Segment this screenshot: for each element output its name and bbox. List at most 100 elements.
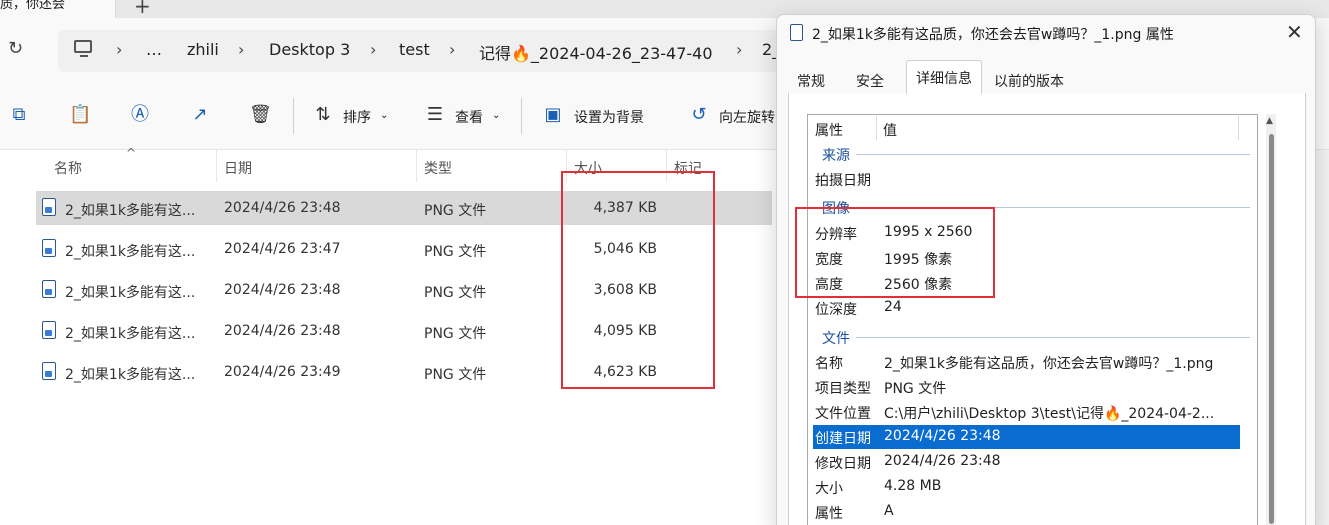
- property-value: C:\用户\zhili\Desktop 3\test\记得🔥_2024-04-2…: [884, 406, 1215, 422]
- png-file-icon: [790, 24, 803, 41]
- property-row[interactable]: 属性 A: [813, 500, 1240, 524]
- share-icon[interactable]: ↗: [189, 104, 211, 126]
- rotate-left-button[interactable]: 向左旋转: [719, 107, 775, 127]
- group-divider: [856, 337, 1250, 338]
- size-highlight-box: [561, 171, 715, 389]
- chevron-right-icon: ›: [370, 40, 377, 59]
- file-name: 2_如果1k多能有这...: [65, 203, 196, 219]
- close-icon[interactable]: ✕: [1286, 20, 1303, 44]
- chevron-down-icon: ⌄: [380, 110, 389, 121]
- png-file-icon: [42, 280, 56, 298]
- file-type: PNG 文件: [424, 326, 487, 342]
- property-key: 文件位置: [815, 406, 871, 422]
- set-background-button[interactable]: 设置为背景: [574, 107, 644, 127]
- property-row[interactable]: 文件位置 C:\用户\zhili\Desktop 3\test\记得🔥_2024…: [813, 400, 1240, 424]
- file-name: 2_如果1k多能有这...: [65, 326, 196, 342]
- chevron-right-icon: ›: [238, 40, 245, 59]
- breadcrumb-overflow[interactable]: …: [146, 40, 162, 59]
- tab-previous-versions[interactable]: 以前的版本: [985, 64, 1073, 94]
- column-header-name[interactable]: 名称: [54, 158, 82, 178]
- tab-title: 质，你还会: [0, 0, 66, 12]
- property-row[interactable]: 位深度 24: [813, 296, 1240, 320]
- delete-icon[interactable]: 🗑: [249, 104, 272, 126]
- new-tab-button[interactable]: +: [134, 0, 151, 18]
- refresh-icon[interactable]: ↻: [8, 38, 23, 59]
- property-key: 拍摄日期: [815, 173, 871, 189]
- view-button[interactable]: 查看: [455, 107, 483, 127]
- file-date: 2024/4/26 23:48: [224, 200, 341, 216]
- file-date: 2024/4/26 23:48: [224, 282, 341, 298]
- property-row[interactable]: 修改日期 2024/4/26 23:48: [813, 450, 1240, 474]
- paste-icon[interactable]: 📋: [69, 104, 91, 126]
- property-row-selected[interactable]: 创建日期 2024/4/26 23:48: [813, 425, 1240, 449]
- image-info-highlight-box: [795, 207, 995, 298]
- property-key: 修改日期: [815, 456, 871, 472]
- property-row[interactable]: 拍摄日期: [813, 167, 1240, 191]
- property-key: 项目类型: [815, 381, 871, 397]
- file-date: 2024/4/26 23:49: [224, 364, 341, 380]
- sort-icon[interactable]: ⇅: [312, 104, 334, 126]
- rename-icon[interactable]: Ⓐ: [129, 104, 151, 126]
- property-key: 属性: [815, 506, 843, 522]
- breadcrumb-zhili[interactable]: zhili: [187, 40, 219, 59]
- toolbar-divider: [521, 98, 522, 134]
- chevron-right-icon: ›: [736, 40, 743, 59]
- toolbar-divider: [293, 98, 294, 134]
- tab-security[interactable]: 安全: [847, 64, 893, 94]
- file-name: 2_如果1k多能有这...: [65, 367, 196, 383]
- breadcrumb-folder[interactable]: 记得🔥_2024-04-26_23-47-40: [479, 40, 713, 64]
- property-row[interactable]: 大小 4.28 MB: [813, 475, 1240, 499]
- group-divider: [856, 154, 1250, 155]
- file-type: PNG 文件: [424, 285, 487, 301]
- property-row[interactable]: 名称 2_如果1k多能有这品质，你还会去官w蹲吗？_1.png: [813, 350, 1240, 374]
- chevron-right-icon: ›: [116, 40, 123, 59]
- rotate-left-icon[interactable]: ↺: [688, 104, 710, 126]
- column-divider[interactable]: [876, 116, 877, 140]
- property-row[interactable]: 项目类型 PNG 文件: [813, 375, 1240, 399]
- header-value[interactable]: 值: [883, 120, 897, 140]
- view-icon[interactable]: ☰: [424, 104, 446, 126]
- property-key: 创建日期: [815, 431, 871, 447]
- property-value: 2024/4/26 23:48: [884, 428, 1001, 444]
- property-value: A: [884, 503, 894, 519]
- png-file-icon: [42, 239, 56, 257]
- file-name: 2_如果1k多能有这...: [65, 244, 196, 260]
- property-value: 24: [884, 299, 902, 315]
- file-type: PNG 文件: [424, 203, 487, 219]
- group-source: 来源: [822, 148, 850, 164]
- property-key: 名称: [815, 356, 843, 372]
- group-file: 文件: [822, 331, 850, 347]
- sort-ascending-icon: ^: [126, 146, 137, 160]
- breadcrumb-desktop3[interactable]: Desktop 3: [269, 40, 350, 59]
- file-name: 2_如果1k多能有这...: [65, 285, 196, 301]
- column-header-date[interactable]: 日期: [224, 158, 252, 178]
- sort-button[interactable]: 排序: [343, 107, 371, 127]
- column-header-type[interactable]: 类型: [424, 158, 452, 178]
- file-date: 2024/4/26 23:47: [224, 241, 341, 257]
- column-divider[interactable]: [1238, 116, 1239, 140]
- breadcrumb-test[interactable]: test: [399, 40, 430, 59]
- chevron-right-icon: ›: [449, 40, 456, 59]
- property-value: 2024/4/26 23:48: [884, 453, 1001, 469]
- property-key: 位深度: [815, 302, 857, 318]
- dialog-title: 2_如果1k多能有这品质，你还会去官w蹲吗？_1.png 属性: [812, 27, 1174, 43]
- column-divider[interactable]: [416, 150, 417, 182]
- tab-general[interactable]: 常规: [788, 64, 834, 94]
- chevron-down-icon: ⌄: [492, 110, 501, 121]
- header-property[interactable]: 属性: [815, 120, 843, 140]
- tab-details[interactable]: 详细信息: [906, 60, 982, 94]
- scroll-up-icon[interactable]: ▲: [1266, 116, 1273, 126]
- property-value: 2_如果1k多能有这品质，你还会去官w蹲吗？_1.png: [884, 356, 1214, 372]
- scrollbar-thumb[interactable]: [1269, 134, 1274, 524]
- property-value: 4.28 MB: [884, 478, 942, 494]
- computer-icon-stand: [80, 55, 88, 57]
- tab-current-folder[interactable]: 质，你还会: [0, 0, 116, 18]
- png-file-icon: [42, 321, 56, 339]
- computer-icon[interactable]: [74, 40, 92, 53]
- png-file-icon: [42, 362, 56, 380]
- file-date: 2024/4/26 23:48: [224, 323, 341, 339]
- file-type: PNG 文件: [424, 367, 487, 383]
- copy-icon[interactable]: ⧉: [8, 104, 30, 126]
- wallpaper-icon[interactable]: ▣: [542, 104, 564, 126]
- column-divider[interactable]: [216, 150, 217, 182]
